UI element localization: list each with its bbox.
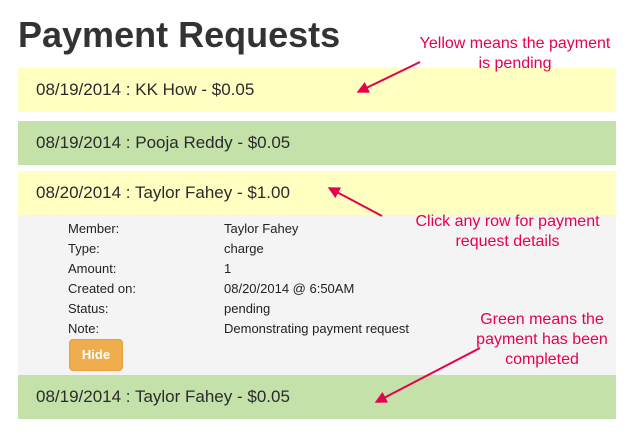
annotation-click-row: Click any row for payment request detail… [385,212,630,252]
detail-value: pending [224,301,271,316]
detail-label: Amount: [68,261,117,276]
payment-request-row[interactable]: 08/19/2014 : Pooja Reddy - $0.05 [18,121,616,165]
annotation-line: request details [455,233,560,250]
hide-button[interactable]: Hide [69,339,123,371]
payment-request-label: 08/20/2014 : Taylor Fahey - $1.00 [36,183,290,202]
payment-request-row-expanded[interactable]: 08/20/2014 : Taylor Fahey - $1.00 [18,171,616,215]
annotation-line: Yellow means the payment [419,35,611,52]
annotation-line: Green means the [480,311,604,328]
annotation-yellow: Yellow means the payment is pending [395,34,632,74]
page-title: Payment Requests [18,14,341,55]
detail-value: 08/20/2014 @ 6:50AM [224,281,355,296]
annotation-green: Green means the payment has been complet… [462,310,622,370]
annotation-line: is pending [478,55,552,72]
payment-request-label: 08/19/2014 : KK How - $0.05 [36,80,255,99]
detail-value: Taylor Fahey [224,221,299,236]
detail-label: Status: [68,301,109,316]
payment-request-row[interactable]: 08/19/2014 : Taylor Fahey - $0.05 [18,375,616,419]
annotation-line: payment has been [476,331,608,348]
detail-label: Member: [68,221,120,236]
detail-label: Type: [68,241,100,256]
detail-value: charge [224,241,264,256]
payment-request-label: 08/19/2014 : Taylor Fahey - $0.05 [36,387,290,406]
detail-label: Created on: [68,281,136,296]
payment-request-label: 08/19/2014 : Pooja Reddy - $0.05 [36,133,291,152]
detail-value: Demonstrating payment request [224,321,409,336]
payment-request-row[interactable]: 08/19/2014 : KK How - $0.05 [18,68,616,112]
annotation-line: Click any row for payment [415,213,600,230]
detail-value: 1 [224,261,232,276]
detail-label: Note: [68,321,100,336]
annotation-line: completed [505,351,579,368]
